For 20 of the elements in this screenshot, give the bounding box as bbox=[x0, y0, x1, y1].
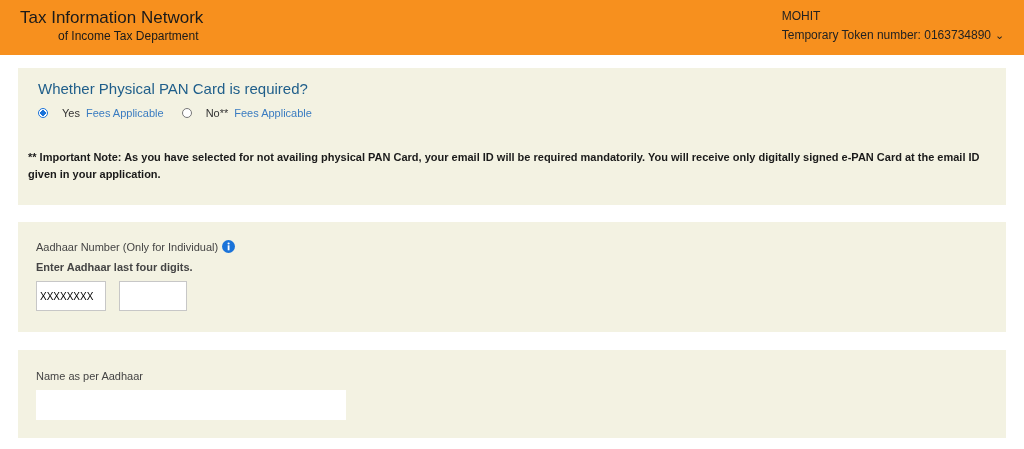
radio-button[interactable] bbox=[181, 108, 192, 118]
last-digits-field[interactable] bbox=[119, 281, 187, 311]
option-label: No** bbox=[205, 107, 229, 119]
site-title: Tax Information Network bbox=[20, 8, 204, 28]
user-name: MOHIT bbox=[781, 9, 822, 23]
field-label: Name as per Aadhaar bbox=[36, 370, 144, 382]
name-field[interactable] bbox=[36, 390, 346, 420]
instruction-text: Enter Aadhaar last four digits. bbox=[36, 261, 194, 273]
site-subtitle: of Income Tax Department bbox=[58, 29, 200, 43]
masked-aadhaar-field[interactable]: XXXXXXXX bbox=[36, 281, 106, 311]
option-label: Yes bbox=[62, 107, 80, 119]
radio-button[interactable] bbox=[38, 108, 48, 118]
question-heading: Whether Physical PAN Card is required? bbox=[38, 80, 309, 97]
info-icon[interactable] bbox=[222, 240, 236, 253]
fees-link[interactable]: Fees Applicable bbox=[234, 107, 312, 119]
fees-link[interactable]: Fees Applicable bbox=[85, 107, 164, 119]
token-number: Temporary Token number: 0163734890 bbox=[781, 28, 991, 42]
caret-icon[interactable]: ⌄ bbox=[995, 30, 1004, 40]
field-label: Aadhaar Number (Only for Individual) bbox=[36, 240, 219, 253]
important-note: ** Important Note: As you have selected for not availing physical PAN Card, your email ID will be required mandatorily. You will receive only digitally signed e-PAN Card at the email ID given in your application. bbox=[28, 150, 981, 182]
